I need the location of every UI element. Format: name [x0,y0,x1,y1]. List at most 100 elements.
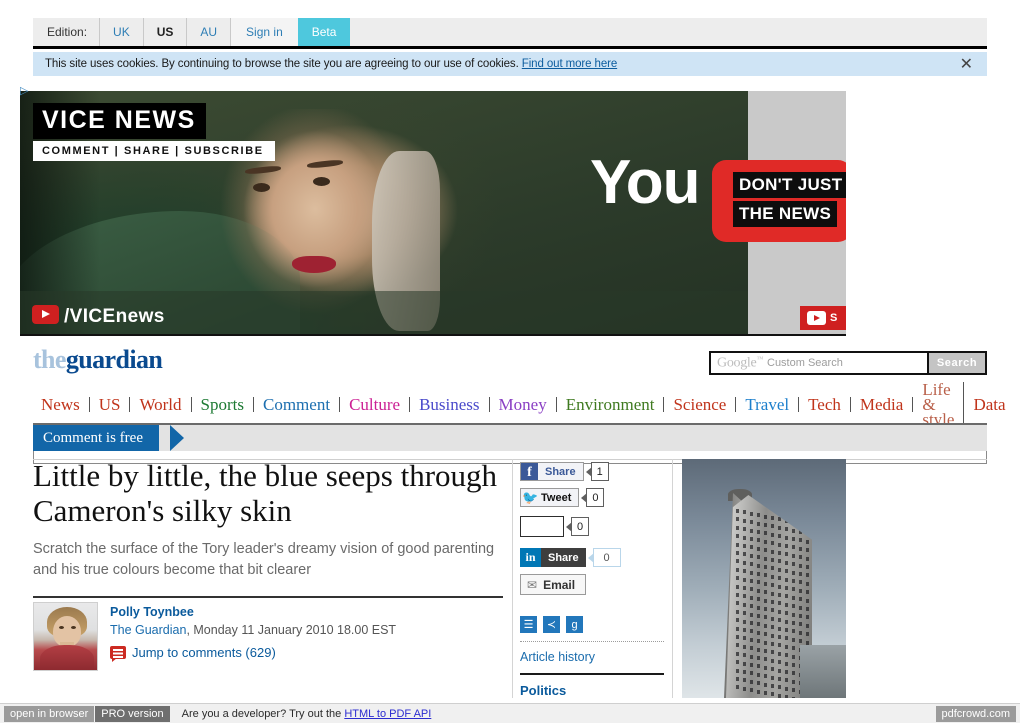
twitter-share-button[interactable]: 🐦 Tweet [520,488,580,507]
nav-item-life-style[interactable]: Life & style [913,381,965,428]
image-detail [750,511,753,516]
image-detail [792,663,795,667]
image-detail [785,611,788,616]
youtube-play-icon [32,305,59,324]
image-detail [743,611,746,616]
image-detail [764,682,767,687]
image-detail [785,535,788,540]
image-detail [764,649,767,653]
nav-item-sports[interactable]: Sports [192,396,254,413]
edition-item-us[interactable]: US [142,18,187,46]
sign-in-link[interactable]: Sign in [230,18,298,46]
ad-channel-handle[interactable]: /VICEnews [64,306,165,328]
publication-name[interactable]: The Guardian [110,623,186,637]
image-detail [785,577,788,582]
image-detail [757,614,760,618]
nav-item-business[interactable]: Business [410,396,490,413]
image-detail [806,632,809,637]
image-detail [750,528,753,533]
nav-item-comment[interactable]: Comment [254,396,341,413]
googleplus-share-button[interactable] [520,516,564,537]
author-link[interactable]: Polly Toynbee [110,604,396,620]
image-detail [764,632,767,637]
cookie-find-out-more-link[interactable]: Find out more here [522,58,617,70]
edition-item-au[interactable]: AU [186,18,231,46]
facebook-icon: f [521,463,538,480]
image-detail [799,555,802,560]
image-detail [792,646,795,651]
edition-item-uk[interactable]: UK [99,18,143,46]
section-tab-row: Comment is free [33,423,987,451]
facebook-share-button[interactable]: f Share [520,462,584,481]
share-icon[interactable]: ≺ [543,616,560,633]
image-detail [792,671,795,676]
html-to-pdf-api-link[interactable]: HTML to PDF API [344,708,431,720]
image-detail [736,525,739,530]
image-detail [799,546,802,551]
envelope-icon: ✉ [527,577,538,592]
image-detail [771,574,774,579]
jump-to-comments-label: Jump to comments (629) [132,645,276,660]
section-tab-comment-is-free[interactable]: Comment is free [33,425,159,451]
jump-to-comments-link[interactable]: Jump to comments (629) [110,645,396,662]
image-detail [806,581,809,586]
nav-item-environment[interactable]: Environment [557,396,665,413]
image-detail [785,695,788,698]
nav-item-world[interactable]: World [130,396,192,413]
image-detail [792,570,795,575]
byline-divider [33,596,503,598]
nav-item-culture[interactable]: Culture [340,396,411,413]
article-history-link[interactable]: Article history [520,650,670,664]
image-detail [743,544,746,548]
pro-version-button[interactable]: PRO version [95,705,170,722]
image-detail [757,555,760,560]
image-detail [750,621,753,625]
nav-item-tech[interactable]: Tech [799,396,851,413]
image-detail [757,672,760,677]
beta-badge[interactable]: Beta [297,18,351,46]
image-detail [806,623,809,628]
edition-bar: Edition: UK US AU Sign in Beta [33,18,987,49]
guardian-g-icon[interactable]: g [566,616,583,633]
column-divider-right [672,459,673,698]
image-detail [806,523,809,527]
image-detail [792,545,795,550]
image-detail [792,688,795,693]
linkedin-share-button[interactable]: in Share [520,548,586,567]
image-detail [792,604,795,609]
nav-item-science[interactable]: Science [664,396,737,413]
tools-divider [520,641,664,642]
search-input[interactable]: Google™ Custom Search [709,351,929,375]
image-detail [764,665,767,670]
nav-item-news[interactable]: News [33,396,90,413]
nav-item-money[interactable]: Money [490,396,557,413]
close-icon[interactable]: ✕ [960,56,977,72]
image-detail [778,567,781,572]
pdfcrowd-footer: open in browser PRO version Are you a de… [0,703,1020,723]
email-share-button[interactable]: ✉ Email [520,574,586,595]
publication-date: , Monday 11 January 2010 18.00 EST [186,623,397,637]
image-detail [764,615,767,620]
print-icon[interactable]: ☰ [520,616,537,633]
image-detail [778,643,781,648]
image-detail [764,539,767,544]
developer-prompt: Are you a developer? Try out the HTML to… [182,708,432,720]
image-detail [764,691,767,695]
open-in-browser-button[interactable]: open in browser [4,705,95,722]
nav-item-data[interactable]: Data [964,396,1014,413]
image-detail [736,567,739,572]
avatar-detail [71,626,76,629]
image-detail [799,622,802,627]
image-detail [806,640,809,645]
related-section-politics[interactable]: Politics [520,683,566,698]
pdfcrowd-brand[interactable]: pdfcrowd.com [935,705,1016,722]
search-button[interactable]: Search [929,351,987,375]
nav-item-media[interactable]: Media [851,396,914,413]
nav-item-us[interactable]: US [90,396,131,413]
developer-text: Are you a developer? Try out the [181,707,342,720]
adchoices-icon[interactable]: ▷ [20,85,34,98]
ad-detail [313,177,330,186]
image-detail [750,671,753,676]
nav-item-travel[interactable]: Travel [736,396,800,413]
guardian-logo[interactable]: theguardian [33,345,163,375]
